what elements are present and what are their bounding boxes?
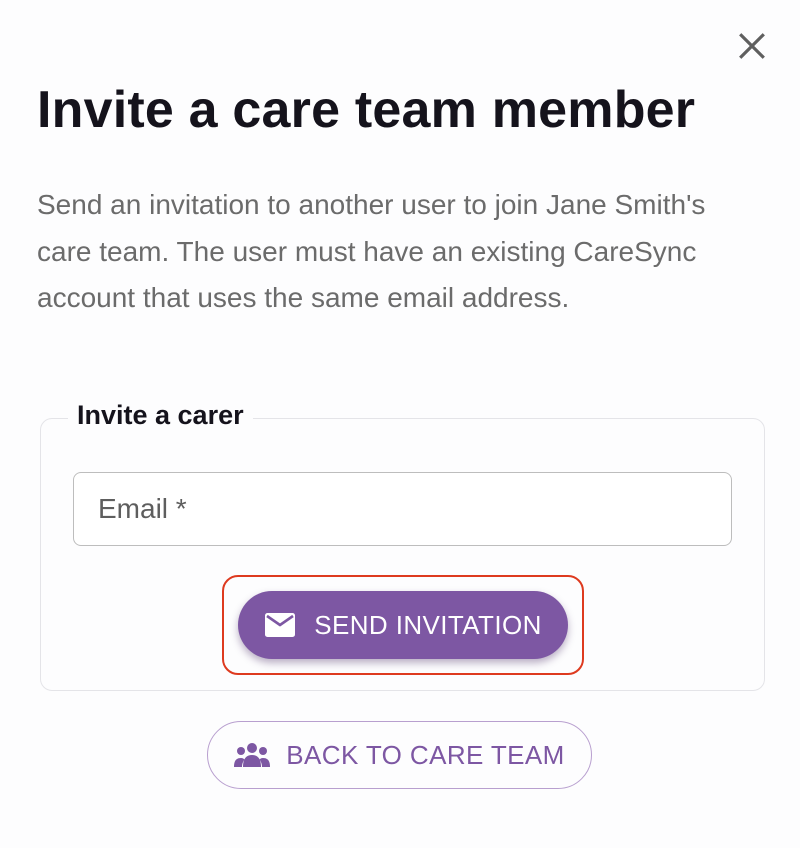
mail-icon bbox=[265, 613, 296, 637]
group-icon bbox=[234, 743, 271, 767]
send-invitation-button[interactable]: SEND INVITATION bbox=[238, 591, 568, 659]
dialog-description: Send an invitation to another user to jo… bbox=[37, 189, 706, 313]
email-field[interactable] bbox=[73, 472, 732, 546]
close-button[interactable] bbox=[730, 24, 774, 68]
send-invitation-label: SEND INVITATION bbox=[314, 609, 542, 640]
back-to-care-team-button[interactable]: BACK TO CARE TEAM bbox=[207, 721, 592, 789]
dialog-title: Invite a care team member bbox=[37, 81, 696, 139]
back-to-care-team-label: BACK TO CARE TEAM bbox=[286, 739, 565, 770]
invite-dialog: Invite a care team member Send an invita… bbox=[0, 0, 800, 848]
invite-panel-legend: Invite a carer bbox=[68, 400, 253, 431]
close-icon bbox=[739, 33, 765, 59]
